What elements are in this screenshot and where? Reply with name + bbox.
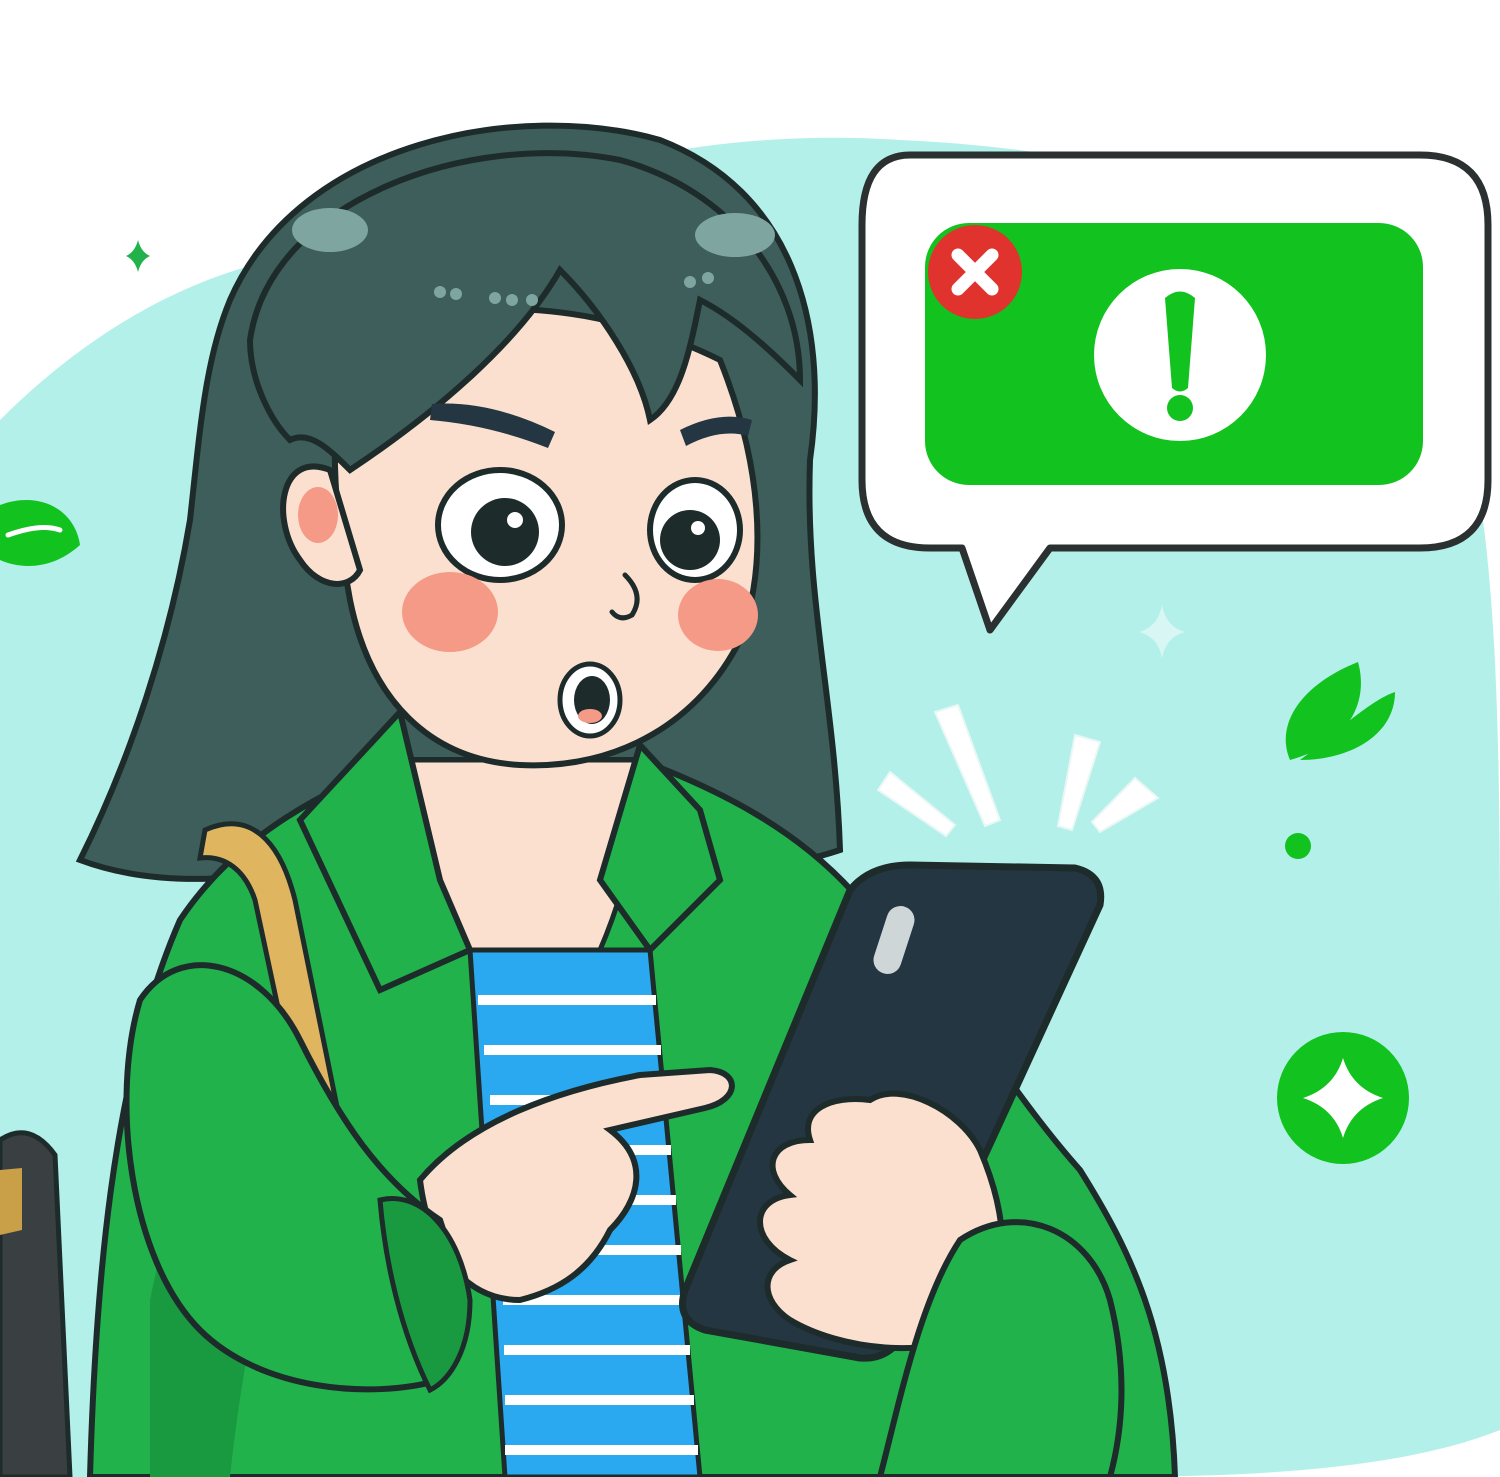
close-icon	[928, 225, 1022, 319]
sparkle-badge-icon	[1277, 1032, 1409, 1164]
cheek-right	[678, 579, 758, 651]
cheek-left	[402, 572, 498, 652]
warning-alert-icon	[1094, 269, 1266, 441]
ear-inner	[298, 487, 338, 543]
eye-right	[647, 477, 743, 583]
green-dot	[1285, 833, 1311, 859]
illustration-canvas	[0, 0, 1500, 1477]
illustration-scene	[0, 0, 1500, 1477]
eye-left	[435, 467, 565, 583]
mouth	[557, 661, 623, 739]
